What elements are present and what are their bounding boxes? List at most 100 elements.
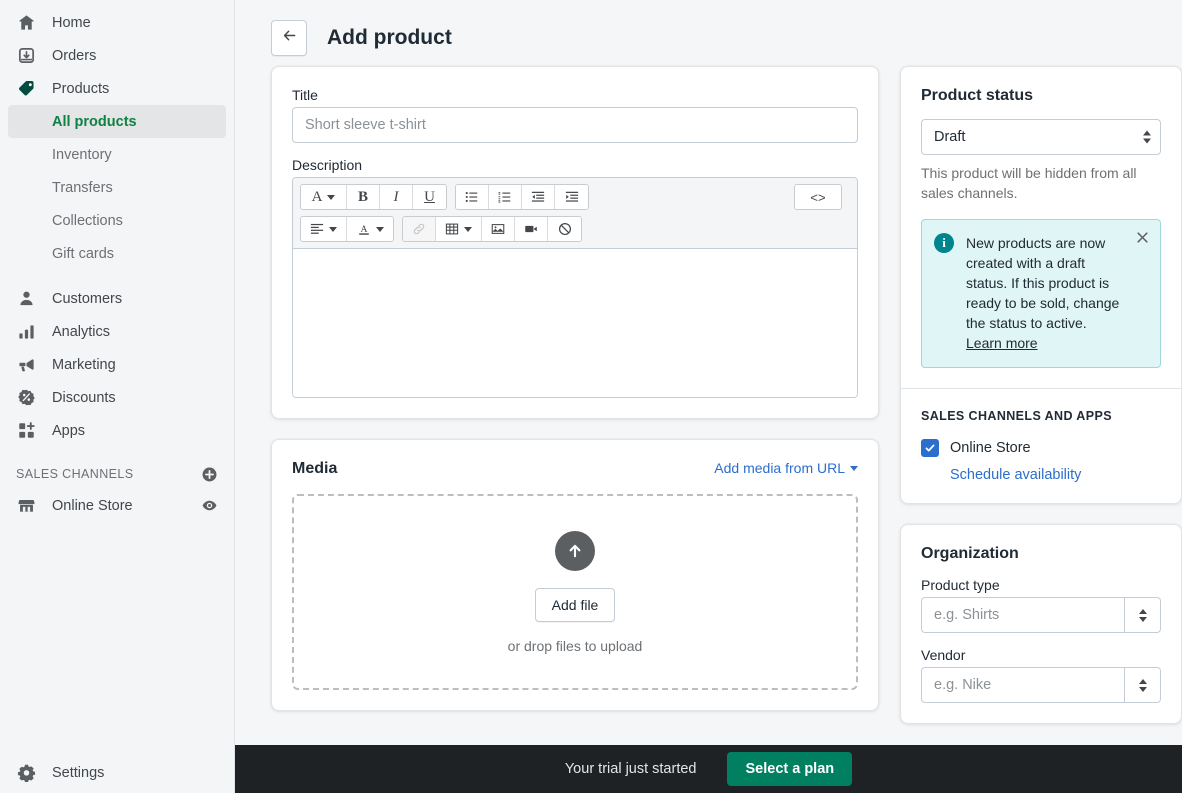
app-root: Home Orders Products All products Invent… — [0, 0, 1182, 793]
trial-bar: Your trial just started Select a plan — [235, 745, 1182, 793]
sidebar-item-apps[interactable]: Apps — [8, 414, 226, 447]
add-media-from-url-label: Add media from URL — [714, 460, 845, 476]
text-color-dropdown[interactable]: A — [347, 217, 393, 241]
add-media-from-url-button[interactable]: Add media from URL — [714, 460, 858, 478]
sidebar-item-label: Discounts — [52, 389, 116, 406]
sidebar-item-label: Apps — [52, 422, 86, 439]
align-color-group: A — [300, 216, 394, 242]
media-dropzone[interactable]: Add file or drop files to upload — [292, 494, 858, 690]
sidebar-item-customers[interactable]: Customers — [8, 282, 226, 315]
editor-toolbar: A B I U <> A — [293, 178, 857, 249]
sidebar-subitem-label: Transfers — [52, 179, 113, 196]
indent-button[interactable] — [555, 185, 588, 209]
sidebar-item-label: Analytics — [52, 323, 111, 340]
sidebar-item-transfers[interactable]: Transfers — [8, 171, 226, 204]
apps-icon — [16, 421, 36, 441]
card-divider — [901, 388, 1181, 389]
sales-channels-label: SALES CHANNELS — [16, 467, 134, 481]
product-type-field: Product type — [921, 577, 1161, 633]
back-button[interactable] — [271, 20, 307, 56]
online-store-checkbox[interactable] — [921, 439, 939, 457]
html-group: <> — [794, 184, 842, 210]
page-title: Add product — [327, 26, 452, 49]
megaphone-icon — [16, 355, 36, 375]
align-dropdown[interactable] — [301, 217, 347, 241]
content-columns: Title Description A — [271, 66, 1182, 744]
description-field-label: Description — [292, 157, 363, 173]
banner-text: New products are now created with a draf… — [966, 233, 1148, 353]
right-column: Product status Draft This product will b… — [900, 66, 1182, 744]
description-editor: A B I U <> A — [292, 177, 858, 398]
person-icon — [16, 289, 36, 309]
table-dropdown[interactable] — [436, 217, 482, 241]
sidebar-item-online-store[interactable]: Online Store — [8, 489, 226, 522]
vendor-stepper[interactable] — [1125, 667, 1161, 703]
sidebar-item-label: Settings — [52, 764, 105, 781]
sidebar-item-home[interactable]: Home — [8, 6, 226, 39]
sidebar-item-gift-cards[interactable]: Gift cards — [8, 237, 226, 270]
product-status-select-wrap: Draft — [921, 119, 1161, 155]
vendor-input[interactable] — [921, 667, 1125, 703]
learn-more-link[interactable]: Learn more — [966, 335, 1038, 351]
sidebar: Home Orders Products All products Invent… — [0, 0, 235, 793]
editor-toolbar-row-1: A B I U <> — [300, 184, 850, 210]
sidebar-item-products[interactable]: Products — [8, 72, 226, 105]
trial-status-text: Your trial just started — [564, 761, 697, 777]
italic-button[interactable]: I — [380, 185, 413, 209]
product-type-combo — [921, 597, 1161, 633]
sidebar-item-analytics[interactable]: Analytics — [8, 315, 226, 348]
sidebar-item-label: Customers — [52, 290, 123, 307]
sales-channels-apps-header: SALES CHANNELS AND APPS — [921, 409, 1112, 423]
description-textarea[interactable] — [293, 249, 857, 397]
clear-formatting-button[interactable] — [548, 217, 581, 241]
sidebar-item-inventory[interactable]: Inventory — [8, 138, 226, 171]
schedule-availability-link[interactable]: Schedule availability — [950, 467, 1161, 483]
add-file-button[interactable]: Add file — [534, 587, 616, 622]
product-type-stepper[interactable] — [1125, 597, 1161, 633]
chevron-down-icon — [464, 226, 472, 232]
insert-video-button[interactable] — [515, 217, 548, 241]
main-content: Add product Title Description — [235, 0, 1182, 793]
gear-icon — [16, 763, 36, 783]
online-store-channel-label: Online Store — [950, 440, 1031, 456]
stepper-icon — [1138, 678, 1147, 692]
outdent-button[interactable] — [522, 185, 555, 209]
chevron-down-icon — [1138, 616, 1147, 622]
product-status-title: Product status — [921, 87, 1034, 104]
html-source-button[interactable]: <> — [795, 185, 841, 209]
stepper-icon — [1138, 608, 1147, 622]
sidebar-item-orders[interactable]: Orders — [8, 39, 226, 72]
organization-title: Organization — [921, 545, 1019, 562]
eye-icon[interactable] — [201, 497, 218, 514]
bold-button[interactable]: B — [347, 185, 380, 209]
chevron-down-icon — [327, 194, 336, 200]
link-button[interactable] — [403, 217, 436, 241]
bulleted-list-button[interactable] — [456, 185, 489, 209]
vendor-field: Vendor — [921, 647, 1161, 703]
insert-image-button[interactable] — [482, 217, 515, 241]
product-type-input[interactable] — [921, 597, 1125, 633]
numbered-list-button[interactable] — [489, 185, 522, 209]
underline-button[interactable]: U — [413, 185, 446, 209]
sidebar-item-all-products[interactable]: All products — [8, 105, 226, 138]
sidebar-subitem-label: Inventory — [52, 146, 112, 163]
font-style-dropdown[interactable]: A — [301, 185, 347, 209]
sidebar-item-collections[interactable]: Collections — [8, 204, 226, 237]
sidebar-item-marketing[interactable]: Marketing — [8, 348, 226, 381]
close-icon[interactable] — [1135, 230, 1150, 249]
list-indent-group — [455, 184, 589, 210]
storefront-icon — [16, 496, 36, 516]
sidebar-item-discounts[interactable]: Discounts — [8, 381, 226, 414]
chevron-down-icon — [329, 226, 337, 232]
online-store-channel-row: Online Store — [921, 439, 1161, 457]
product-status-select[interactable]: Draft — [921, 119, 1161, 155]
upload-arrow-icon — [555, 530, 595, 571]
sidebar-item-settings[interactable]: Settings — [8, 756, 227, 789]
select-a-plan-button[interactable]: Select a plan — [727, 752, 853, 786]
plus-circle-icon[interactable] — [201, 466, 218, 483]
editor-toolbar-row-2: A — [300, 216, 850, 242]
sidebar-subitem-label: All products — [52, 113, 137, 130]
title-input[interactable] — [292, 107, 858, 143]
product-status-value: Draft — [934, 129, 966, 145]
